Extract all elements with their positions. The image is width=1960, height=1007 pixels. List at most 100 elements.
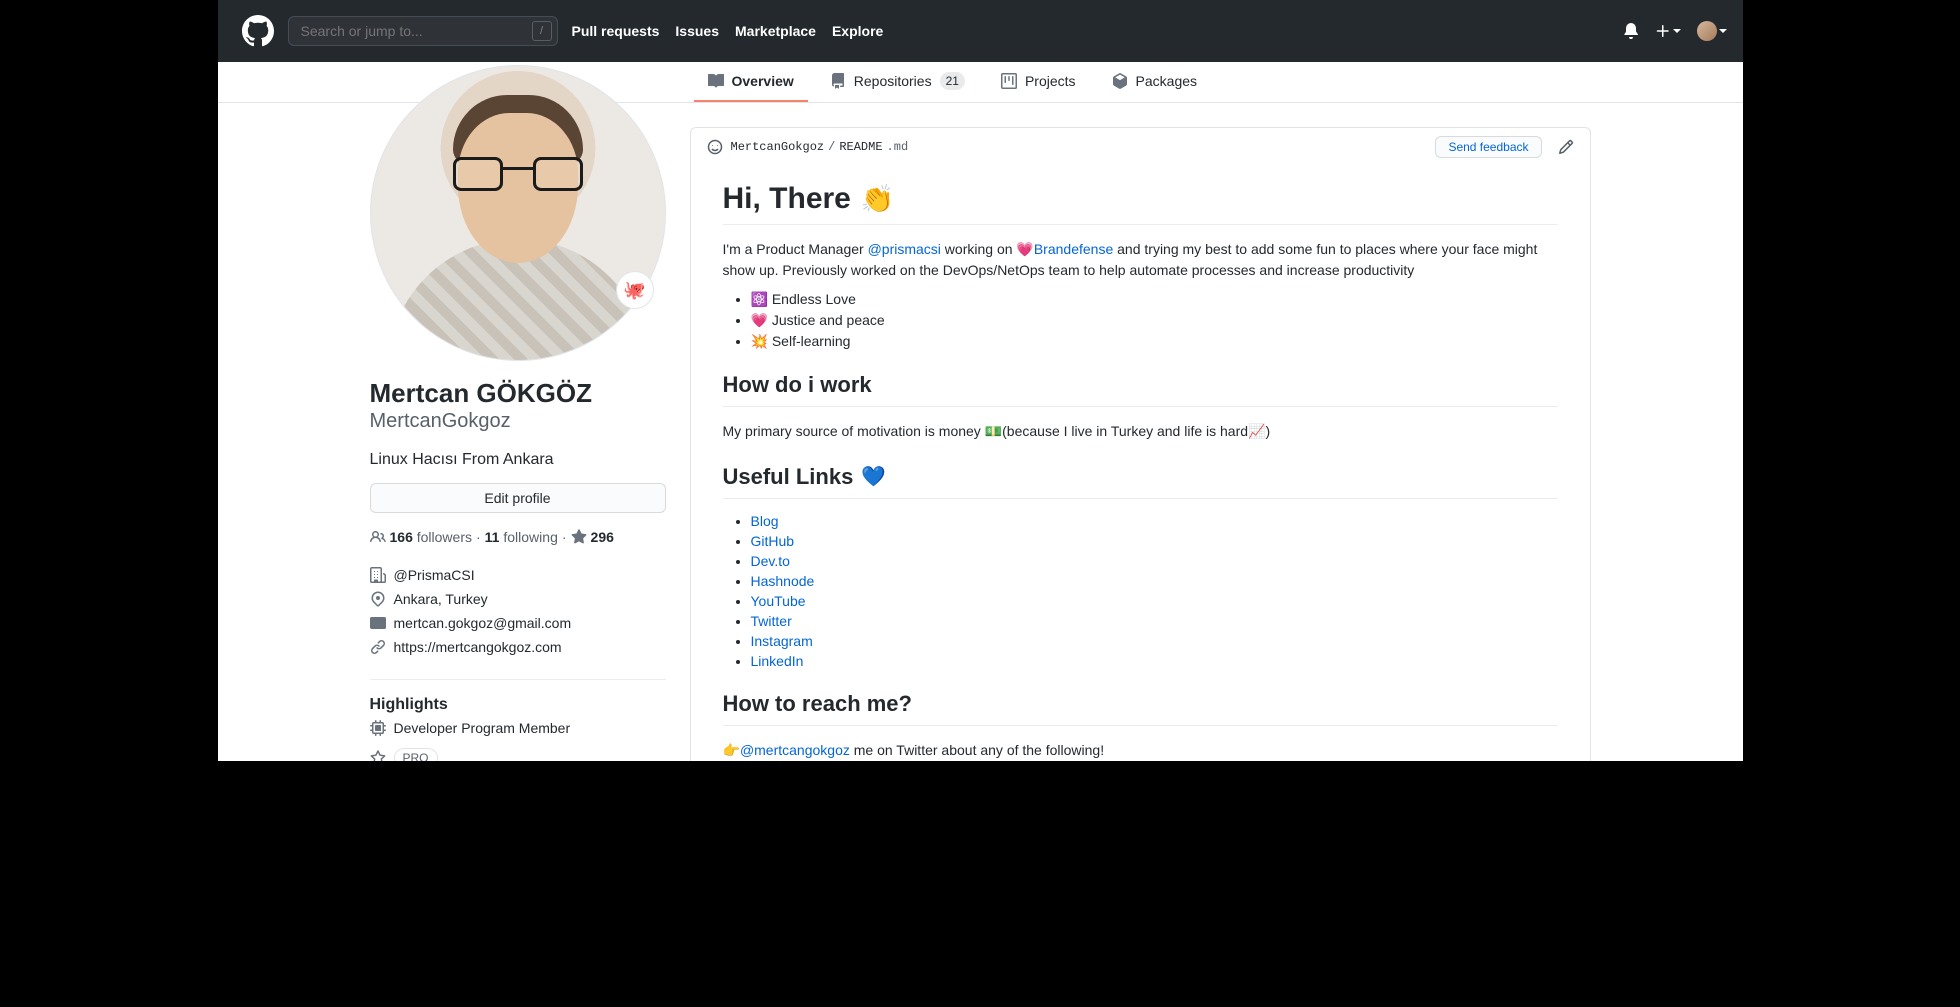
tab-label: Packages xyxy=(1136,73,1197,89)
profile-bio: Linux Hacısı From Ankara xyxy=(370,451,666,469)
location-icon xyxy=(370,591,386,607)
readme-bullets: ⚛️ Endless Love 💗 Justice and peace 💥 Se… xyxy=(723,291,1558,350)
blue-heart-icon: 💙 xyxy=(861,465,886,489)
plus-icon xyxy=(1655,23,1671,39)
list-item: Hashnode xyxy=(751,573,1558,589)
prismacsi-link[interactable]: @prismacsi xyxy=(868,241,941,257)
followers-line: 166 followers · 11 following · 296 xyxy=(370,529,666,545)
list-item: Twitter xyxy=(751,613,1558,629)
create-new-dropdown[interactable] xyxy=(1655,23,1681,39)
search-input[interactable] xyxy=(288,16,558,46)
useful-link[interactable]: Blog xyxy=(751,513,779,529)
twitter-handle-link[interactable]: @mertcangokgoz xyxy=(740,742,850,758)
highlight-pro: PRO xyxy=(370,742,666,762)
heart-icon: 💗 xyxy=(1016,241,1033,257)
readme-work-p: My primary source of motivation is money… xyxy=(723,421,1558,442)
useful-links-list: Blog GitHub Dev.to Hashnode YouTube Twit… xyxy=(723,513,1558,669)
tab-overview[interactable]: Overview xyxy=(694,62,808,102)
global-header: / Pull requests Issues Marketplace Explo… xyxy=(218,0,1743,62)
following-link[interactable]: 11 following xyxy=(485,529,558,545)
money-icon: 💵 xyxy=(985,423,1002,439)
vcard-location: Ankara, Turkey xyxy=(370,587,666,611)
readme-reach-p: 👉@mertcangokgoz me on Twitter about any … xyxy=(723,740,1558,761)
vcard-email-text[interactable]: mertcan.gokgoz@gmail.com xyxy=(394,615,572,631)
useful-link[interactable]: Dev.to xyxy=(751,553,790,569)
tab-label: Overview xyxy=(732,73,794,89)
send-feedback-button[interactable]: Send feedback xyxy=(1435,136,1541,158)
vcard-email: mertcan.gokgoz@gmail.com xyxy=(370,611,666,635)
readme-path[interactable]: MertcanGokgoz/README.md xyxy=(731,140,909,154)
list-item: LinkedIn xyxy=(751,653,1558,669)
highlights-heading: Highlights xyxy=(370,679,666,714)
repo-icon xyxy=(830,73,846,89)
list-item: ⚛️ Endless Love xyxy=(751,291,1558,308)
list-item: GitHub xyxy=(751,533,1558,549)
profile-avatar[interactable] xyxy=(370,65,666,361)
brandefense-link[interactable]: Brandefense xyxy=(1034,241,1113,257)
point-right-icon: 👉 xyxy=(723,742,740,758)
useful-link[interactable]: Twitter xyxy=(751,613,792,629)
useful-link[interactable]: Hashnode xyxy=(751,573,815,589)
list-item: YouTube xyxy=(751,593,1558,609)
boom-icon: 💥 xyxy=(751,333,768,349)
readme-h2-work: How do i work xyxy=(723,372,1558,407)
star-outline-icon xyxy=(370,750,386,762)
tab-repositories[interactable]: Repositories 21 xyxy=(816,62,979,102)
profile-username: MertcanGokgoz xyxy=(370,410,666,433)
mail-icon xyxy=(370,615,386,631)
useful-link[interactable]: LinkedIn xyxy=(751,653,804,669)
vcard-org: @PrismaCSI xyxy=(370,563,666,587)
followers-link[interactable]: 166 followers xyxy=(390,529,473,545)
heart-icon: 💗 xyxy=(751,312,768,328)
tab-packages[interactable]: Packages xyxy=(1098,62,1211,102)
smiley-icon xyxy=(707,139,723,155)
vcard-location-text: Ankara, Turkey xyxy=(394,591,488,607)
nav-pull-requests[interactable]: Pull requests xyxy=(572,23,660,39)
highlight-developer-program: Developer Program Member xyxy=(370,714,666,742)
github-logo-icon[interactable] xyxy=(242,15,274,47)
star-icon xyxy=(571,529,587,545)
vcard-org-text[interactable]: @PrismaCSI xyxy=(394,567,475,583)
atom-icon: ⚛️ xyxy=(751,291,768,307)
list-item: 💗 Justice and peace xyxy=(751,312,1558,329)
vcard-website-text[interactable]: https://mertcangokgoz.com xyxy=(394,639,562,655)
list-item: Dev.to xyxy=(751,553,1558,569)
tab-projects[interactable]: Projects xyxy=(987,62,1090,102)
readme-intro: I'm a Product Manager @prismacsi working… xyxy=(723,239,1558,281)
tab-label: Repositories xyxy=(854,73,932,89)
edit-readme-icon[interactable] xyxy=(1558,139,1574,155)
organization-icon xyxy=(370,567,386,583)
useful-link[interactable]: GitHub xyxy=(751,533,795,549)
notifications-icon[interactable] xyxy=(1623,23,1639,39)
tab-label: Projects xyxy=(1025,73,1076,89)
readme-body: Hi, There 👏 I'm a Product Manager @prism… xyxy=(691,166,1590,761)
profile-fullname: Mertcan GÖKGÖZ xyxy=(370,377,666,410)
list-item: Blog xyxy=(751,513,1558,529)
link-icon xyxy=(370,639,386,655)
search-slash-hint: / xyxy=(532,21,552,41)
primary-nav: Pull requests Issues Marketplace Explore xyxy=(572,23,884,39)
user-menu[interactable] xyxy=(1697,21,1727,41)
package-icon xyxy=(1112,73,1128,89)
book-icon xyxy=(708,73,724,89)
nav-issues[interactable]: Issues xyxy=(675,23,719,39)
nav-explore[interactable]: Explore xyxy=(832,23,883,39)
edit-profile-button[interactable]: Edit profile xyxy=(370,483,666,513)
highlight-text: Developer Program Member xyxy=(394,720,571,736)
readme-box: MertcanGokgoz/README.md Send feedback Hi… xyxy=(690,127,1591,761)
useful-link[interactable]: Instagram xyxy=(751,633,813,649)
user-avatar-icon xyxy=(1697,21,1717,41)
cpu-icon xyxy=(370,720,386,736)
project-icon xyxy=(1001,73,1017,89)
useful-link[interactable]: YouTube xyxy=(751,593,806,609)
stars-link[interactable]: 296 xyxy=(591,529,614,545)
profile-main: MertcanGokgoz/README.md Send feedback Hi… xyxy=(690,103,1591,761)
chart-icon: 📈 xyxy=(1248,423,1265,439)
clap-icon: 👏 xyxy=(861,183,895,215)
readme-header: MertcanGokgoz/README.md Send feedback xyxy=(691,128,1590,166)
readme-h2-reach: How to reach me? xyxy=(723,691,1558,726)
list-item: 💥 Self-learning xyxy=(751,333,1558,350)
repo-count-badge: 21 xyxy=(940,72,965,90)
status-badge[interactable]: 🐙 xyxy=(616,271,654,309)
nav-marketplace[interactable]: Marketplace xyxy=(735,23,816,39)
